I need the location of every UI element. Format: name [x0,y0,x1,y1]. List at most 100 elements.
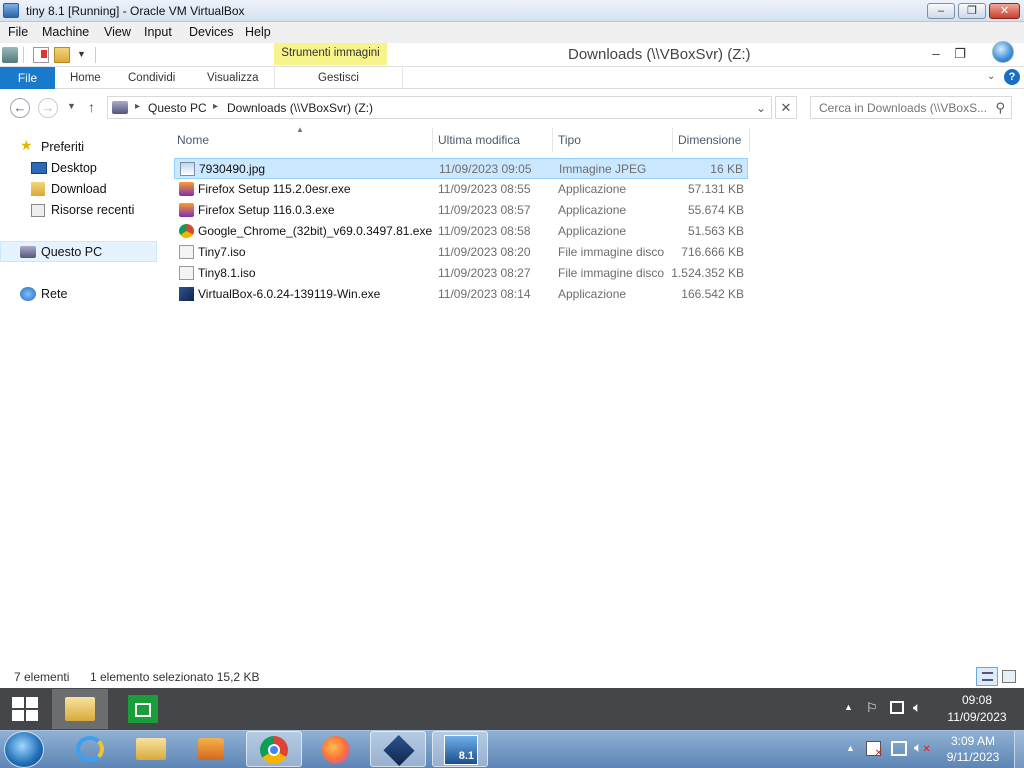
file-row[interactable]: Tiny7.iso 11/09/2023 08:20 File immagine d… [174,242,748,263]
guest-clock-time[interactable]: 09:08 [940,693,1014,707]
maximize-button[interactable]: ❐ [958,3,986,19]
menu-devices[interactable]: Devices [189,25,233,39]
file-row[interactable]: Firefox Setup 116.0.3.exe 11/09/2023 08:5… [174,200,748,221]
file-row[interactable]: VirtualBox-6.0.24-139119-Win.exe 11/09/20… [174,284,748,305]
windows-start-orb-icon[interactable] [4,731,44,768]
back-button[interactable]: ← [10,98,30,118]
tab-gestisci[interactable]: Gestisci [318,72,359,84]
nav-this-pc[interactable]: Questo PC [41,245,102,259]
menu-file[interactable]: File [8,25,28,39]
column-separator[interactable] [749,128,750,152]
taskbar-vm-tiny81[interactable]: 8.1 [432,731,488,767]
address-clear-button[interactable]: ✕ [775,96,797,119]
properties-icon[interactable] [33,47,49,63]
new-folder-icon[interactable] [54,47,70,63]
file-name: Google_Chrome_(32bit)_v69.0.3497.81.exe [198,224,433,238]
windows-start-icon[interactable] [12,697,38,721]
file-row[interactable]: Firefox Setup 115.2.0esr.exe 11/09/2023 0… [174,179,748,200]
store-icon[interactable] [128,695,158,723]
forward-button[interactable]: → [38,98,58,118]
file-row[interactable]: Google_Chrome_(32bit)_v69.0.3497.81.exe 1… [174,221,748,242]
explorer-minimize-button[interactable]: – [926,46,946,61]
column-header-size[interactable]: Dimensione [678,133,741,147]
status-item-count: 7 elementi [14,670,70,684]
taskbar-media-player[interactable] [184,731,240,767]
column-header-modified[interactable]: Ultima modifica [438,133,520,147]
host-clock-time[interactable]: 3:09 AM [940,734,1006,748]
chevron-down-icon[interactable]: ▼ [77,49,86,59]
file-row[interactable]: Tiny8.1.iso 11/09/2023 08:27 File immagine… [174,263,748,284]
breadcrumb-chevron-icon: ▸ [135,101,141,112]
navigation-pane: ★ Preferiti Desktop Download Risorse rec… [0,128,160,658]
column-header-name[interactable]: Nome [177,133,209,147]
close-button[interactable]: ✕ [989,3,1020,19]
file-name: 7930490.jpg [199,162,266,176]
search-box[interactable]: ⚲ [810,96,1012,119]
explorer-maximize-button[interactable]: ❐ [950,46,970,62]
host-tray-chevron-up-icon[interactable]: ▲ [846,743,855,753]
nav-favorites[interactable]: Preferiti [41,140,84,154]
recent-locations-chevron-icon[interactable]: ▼ [67,101,76,111]
menu-help[interactable]: Help [245,25,271,39]
nav-desktop[interactable]: Desktop [51,161,97,175]
image-file-icon [180,162,195,176]
nav-recent[interactable]: Risorse recenti [51,203,134,217]
tab-file[interactable]: File [0,67,55,89]
address-dropdown-chevron-icon[interactable]: ⌄ [756,101,766,115]
taskbar-chrome[interactable] [246,731,302,767]
breadcrumb-chevron-icon: ▸ [213,101,219,112]
ribbon-expand-chevron-icon[interactable]: ⌄ [987,71,995,82]
host-volume-muted-icon[interactable]: 🔈︎✕ [914,739,931,756]
host-network-icon[interactable] [891,741,907,756]
file-row[interactable]: 7930490.jpg 11/09/2023 09:05 Immagine JPEG… [174,158,748,179]
tray-chevron-up-icon[interactable]: ▲ [844,702,853,712]
vm-status-orb-icon [992,41,1014,63]
file-name: Firefox Setup 116.0.3.exe [198,203,335,217]
file-size: 16 KB [710,162,743,176]
menu-view[interactable]: View [104,25,131,39]
menu-input[interactable]: Input [144,25,172,39]
volume-icon[interactable]: 🔈︎ [913,699,921,716]
file-modified: 11/09/2023 08:55 [438,182,531,196]
breadcrumb-this-pc[interactable]: Questo PC [148,101,207,115]
host-taskbar: 8.1 ▲ ✕ 🔈︎✕ 3:09 AM 9/11/2023 [0,730,1024,768]
separator [23,47,24,63]
tab-home[interactable]: Home [70,72,101,84]
taskbar-virtualbox[interactable] [370,731,426,767]
show-desktop-button[interactable] [1014,731,1024,768]
large-icons-view-button[interactable] [1002,670,1016,683]
taskbar-explorer-active[interactable] [52,689,108,729]
host-title-bar: tiny 8.1 [Running] - Oracle VM VirtualBo… [0,0,1024,22]
tab-condividi[interactable]: Condividi [128,72,175,84]
details-view-button[interactable] [976,667,998,686]
minimize-button[interactable]: – [927,3,955,19]
computer-icon [112,101,128,114]
search-icon[interactable]: ⚲ [995,100,1005,116]
nav-network[interactable]: Rete [41,287,67,301]
address-bar[interactable]: ▸ Questo PC ▸ Downloads (\\VBoxSvr) (Z:)… [107,96,772,119]
help-icon[interactable]: ? [1004,69,1020,85]
menu-machine[interactable]: Machine [42,25,89,39]
flag-icon[interactable]: ⚐ [866,700,878,716]
taskbar-ie[interactable] [62,731,118,767]
action-center-warning-icon[interactable]: ✕ [866,741,883,759]
column-header-type[interactable]: Tipo [558,133,581,147]
up-button[interactable]: ↑ [88,99,95,115]
file-name: VirtualBox-6.0.24-139119-Win.exe [198,287,381,301]
tab-visualizza[interactable]: Visualizza [207,72,259,84]
media-player-icon [198,738,224,760]
host-clock-date[interactable]: 9/11/2023 [940,750,1006,764]
column-separator[interactable] [432,128,433,152]
host-window-title: tiny 8.1 [Running] - Oracle VM VirtualBo… [26,4,245,18]
guest-clock-date[interactable]: 11/09/2023 [940,710,1014,724]
nav-download[interactable]: Download [51,182,107,196]
search-input[interactable] [819,100,987,115]
taskbar-firefox[interactable] [308,731,364,767]
breadcrumb-downloads[interactable]: Downloads (\\VBoxSvr) (Z:) [227,101,373,115]
download-folder-icon [31,182,45,196]
network-tray-icon[interactable] [890,701,904,714]
column-separator[interactable] [552,128,553,152]
explorer-window-title: Downloads (\\VBoxSvr) (Z:) [568,46,751,63]
taskbar-explorer[interactable] [123,731,179,767]
column-separator[interactable] [672,128,673,152]
